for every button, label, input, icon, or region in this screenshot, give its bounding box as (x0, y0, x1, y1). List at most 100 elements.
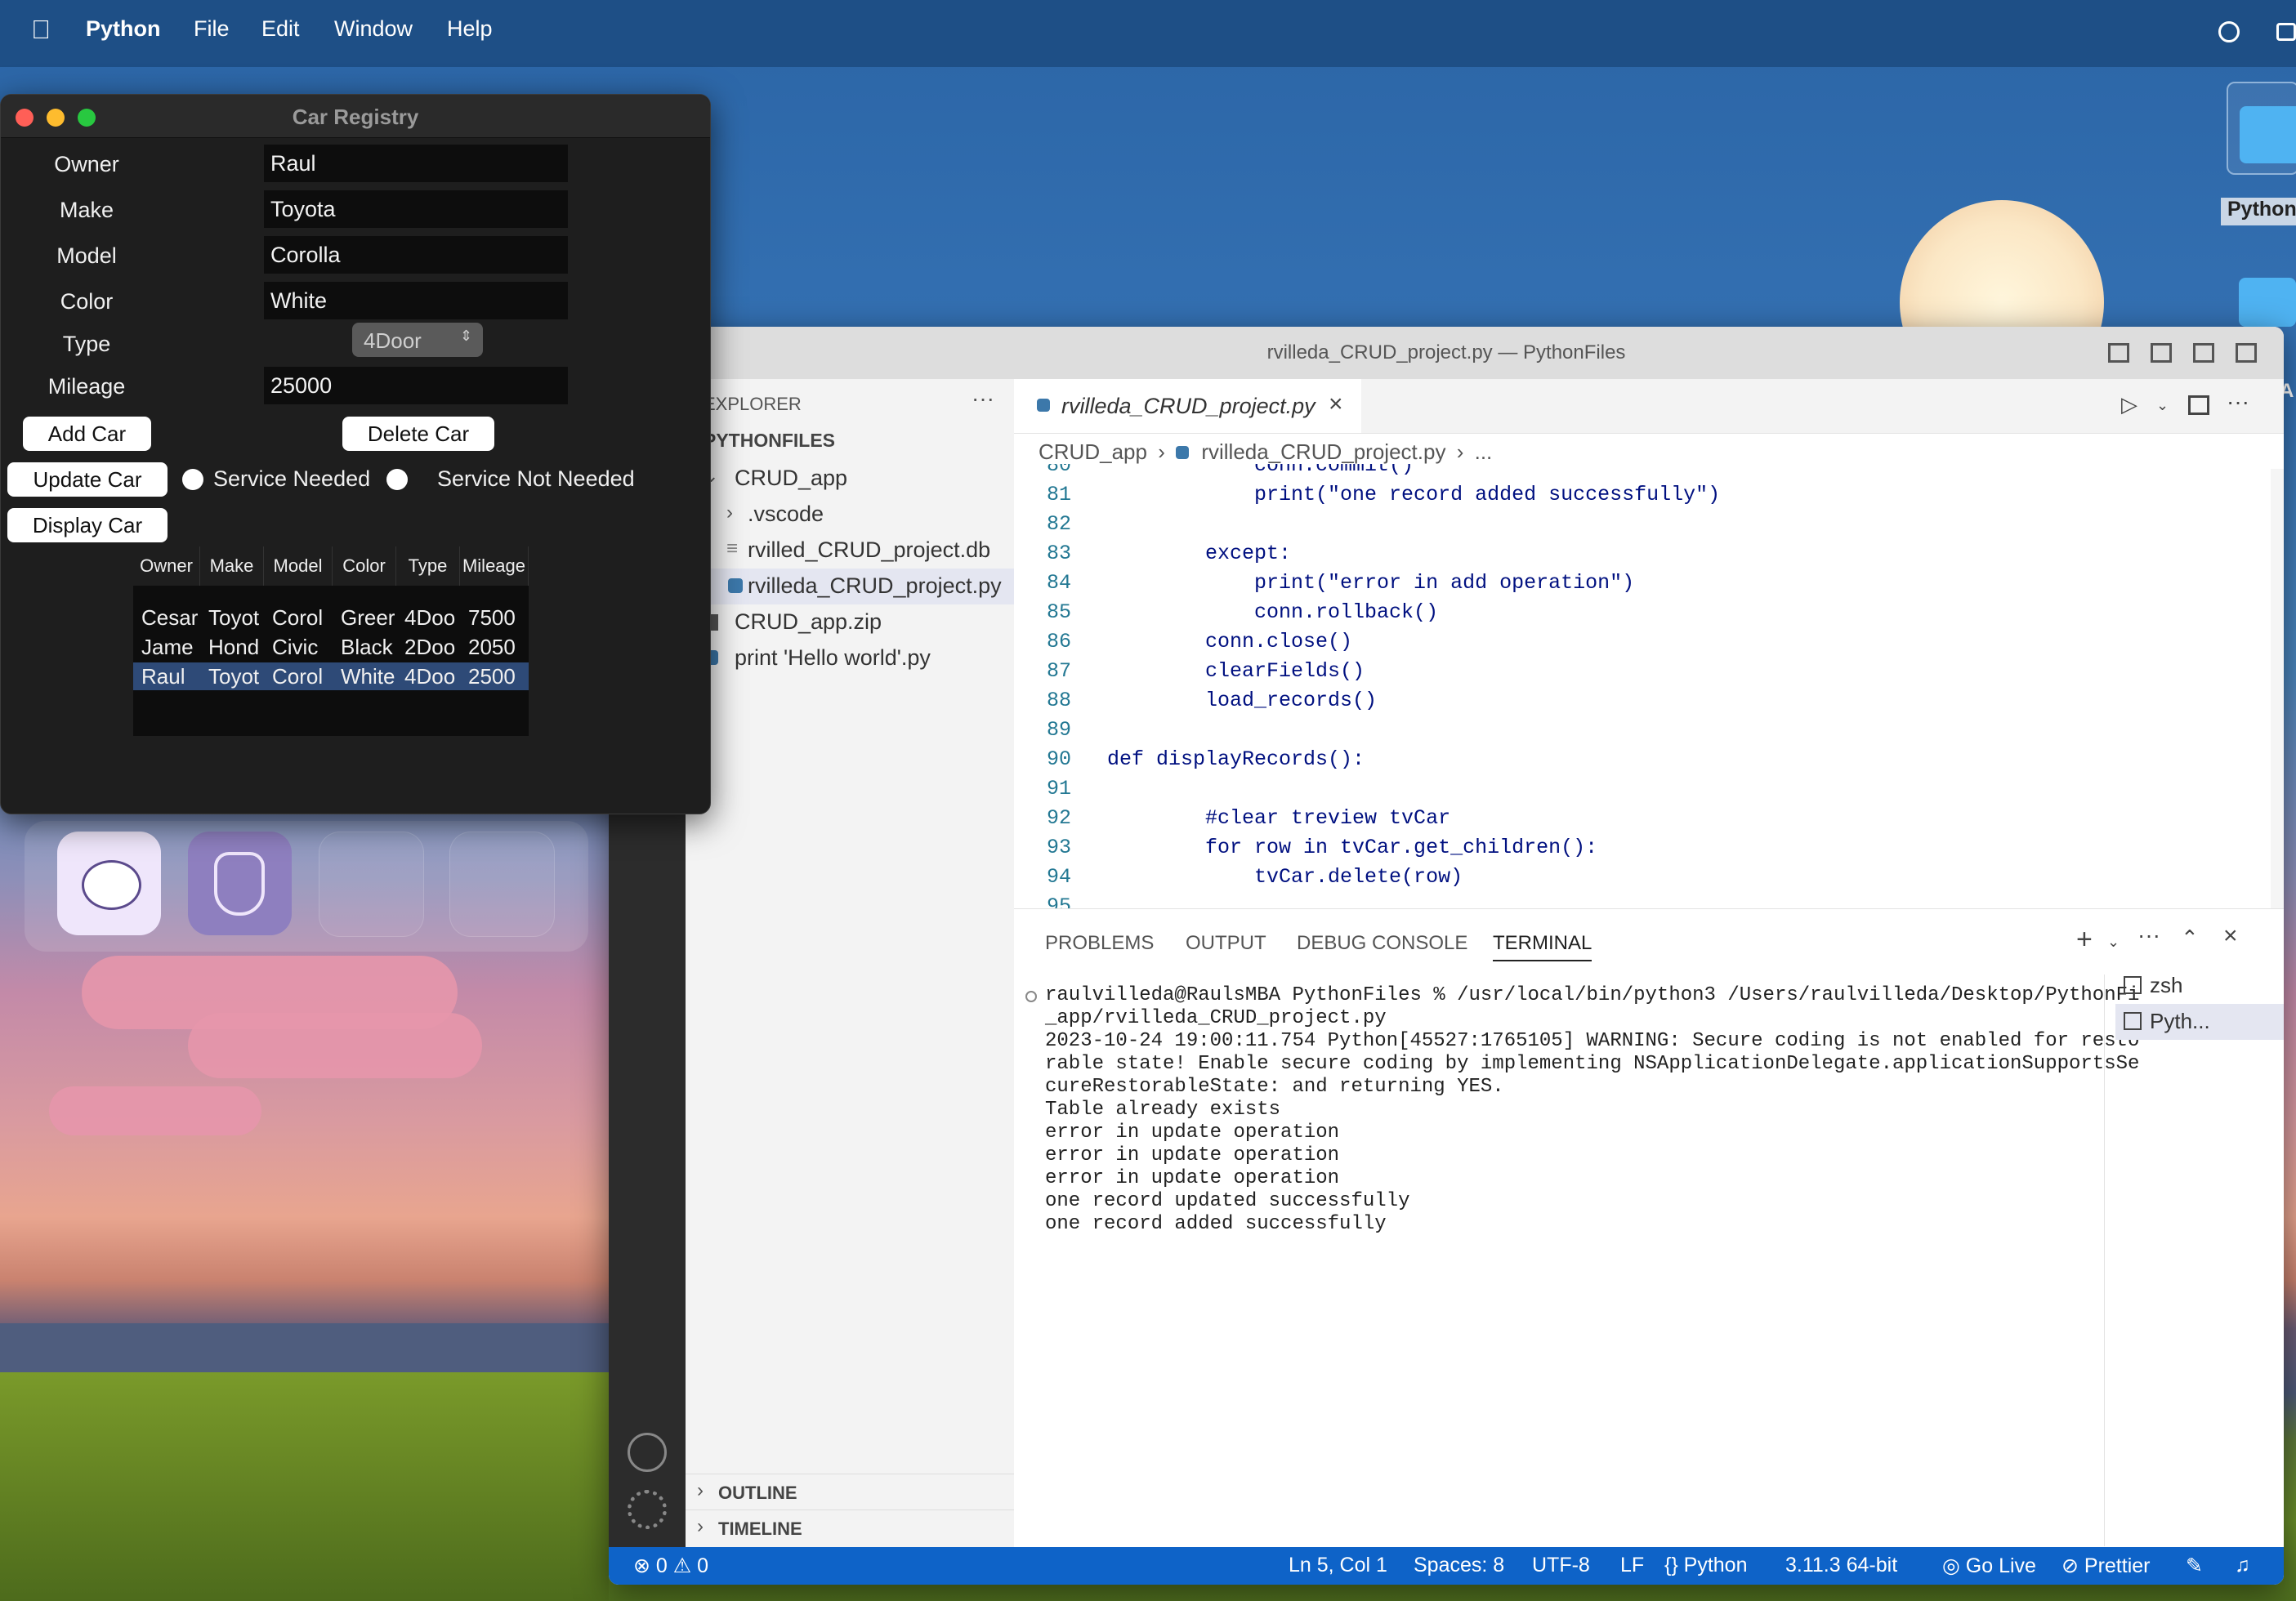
display-car-button[interactable]: Display Car (7, 508, 168, 542)
terminal-zsh[interactable]: zsh (2115, 970, 2284, 1002)
maximize-panel-icon[interactable]: ⌃ (2181, 925, 2199, 951)
notifications-bell-icon[interactable]: ♫ (2235, 1554, 2250, 1577)
code-line[interactable]: 92 #clear treview tvCar (1014, 804, 1720, 833)
column-header[interactable]: Color (333, 546, 396, 586)
more-actions-icon[interactable]: ··· (972, 386, 994, 412)
grammarly-icon[interactable] (2218, 21, 2240, 42)
code-line[interactable]: 84 print("error in add operation") (1014, 569, 1720, 598)
code-line[interactable]: 80 conn.commit() (1014, 464, 1720, 480)
folder-icon[interactable] (2239, 278, 2296, 327)
color-field[interactable]: White (264, 282, 568, 319)
table-row[interactable]: Jame Hond Civic Black 2Doo 2050 (133, 633, 529, 661)
close-panel-icon[interactable]: × (2223, 922, 2238, 950)
terminal-python[interactable]: Pyth... (2115, 1004, 2284, 1040)
add-car-button[interactable]: Add Car (23, 417, 151, 451)
records-table[interactable]: Owner Make Model Color Type Mileage Cesar Toyo… (133, 546, 529, 736)
column-header[interactable]: Make (200, 546, 264, 586)
type-select[interactable]: 4Door ⇕ (352, 323, 483, 357)
reddit-icon[interactable] (57, 832, 161, 935)
menu-app-name[interactable]: Python (86, 16, 161, 42)
menu-window[interactable]: Window (334, 16, 413, 42)
menu-help[interactable]: Help (447, 16, 493, 42)
column-header[interactable]: Model (264, 546, 333, 586)
code-line[interactable]: 91 (1014, 774, 1720, 804)
code-line[interactable]: 86 conn.close() (1014, 627, 1720, 657)
go-live[interactable]: ◎ Go Live (1942, 1554, 2036, 1578)
make-field[interactable]: Toyota (264, 190, 568, 228)
code-line[interactable]: 83 except: (1014, 539, 1720, 569)
tab-debug-console[interactable]: DEBUG CONSOLE (1297, 932, 1467, 955)
more-actions-icon[interactable]: ··· (2137, 922, 2160, 948)
column-header[interactable]: Owner (133, 546, 200, 586)
line-ending[interactable]: LF (1620, 1554, 1644, 1577)
customize-layout-icon[interactable] (2236, 343, 2257, 363)
terminal-output[interactable]: raulvilleda@RaulsMBA PythonFiles % /usr/… (1045, 984, 2139, 1236)
settings-gear-icon[interactable] (628, 1490, 667, 1529)
account-icon[interactable] (628, 1433, 667, 1472)
tab-output[interactable]: OUTPUT (1186, 932, 1266, 955)
tree-folder-vscode[interactable]: › .vscode (686, 497, 1014, 533)
code-line[interactable]: 93 for row in tvCar.get_children(): (1014, 833, 1720, 863)
menu-edit[interactable]: Edit (261, 16, 300, 42)
table-row[interactable]: Cesar Toyot Corol Greer 4Doo 7500 (133, 604, 529, 631)
tab-terminal[interactable]: TERMINAL (1493, 932, 1592, 961)
code-line[interactable]: 87 clearFields() (1014, 657, 1720, 686)
chevron-down-icon[interactable]: ⌄ (2107, 934, 2120, 951)
code-line[interactable]: 82 (1014, 510, 1720, 539)
update-car-button[interactable]: Update Car (7, 462, 168, 497)
code-line[interactable]: 89 (1014, 716, 1720, 745)
toggle-secondary-sidebar-icon[interactable] (2193, 343, 2214, 363)
feedback-icon[interactable]: ✎ (2186, 1554, 2203, 1578)
tree-file-db[interactable]: ≡ rvilled_CRUD_project.db (686, 533, 1014, 569)
more-actions-icon[interactable]: ··· (2227, 389, 2249, 415)
mileage-field[interactable]: 25000 (264, 367, 568, 404)
tree-file-zip[interactable]: CRUD_app.zip (686, 604, 1014, 640)
toggle-sidebar-icon[interactable] (2108, 343, 2129, 363)
split-editor-icon[interactable] (2188, 395, 2209, 415)
timeline-section[interactable]: › TIMELINE (686, 1510, 1014, 1546)
python-interpreter[interactable]: 3.11.3 64-bit (1785, 1554, 1897, 1577)
code-editor[interactable]: 80 conn.commit() 81 print("one record add… (1014, 464, 2284, 913)
prettier[interactable]: ⊘ Prettier (2061, 1554, 2151, 1578)
run-icon[interactable]: ▷ (2121, 392, 2137, 417)
language-mode[interactable]: {} Python (1664, 1554, 1748, 1577)
tree-file-py-selected[interactable]: rvilleda_CRUD_project.py (686, 569, 1014, 604)
table-cell: 7500 (468, 605, 516, 630)
menu-file[interactable]: File (194, 16, 230, 42)
cursor-position[interactable]: Ln 5, Col 1 (1289, 1554, 1387, 1577)
problems-status[interactable]: ⊗ 0 ⚠ 0 (633, 1554, 708, 1578)
delete-car-button[interactable]: Delete Car (342, 417, 494, 451)
new-terminal-icon[interactable]: + (2076, 924, 2093, 956)
tree-file-hello[interactable]: print 'Hello world'.py (686, 640, 1014, 676)
outline-section[interactable]: › OUTLINE (686, 1474, 1014, 1510)
code-line[interactable]: 90 def displayRecords(): (1014, 745, 1720, 774)
model-field[interactable]: Corolla (264, 236, 568, 274)
workspace-heading[interactable]: PYTHONFILES (704, 430, 835, 452)
toggle-panel-icon[interactable] (2151, 343, 2172, 363)
brave-icon[interactable] (188, 832, 292, 935)
service-needed-radio[interactable] (182, 469, 203, 490)
code-line[interactable]: 94 tvCar.delete(row) (1014, 863, 1720, 892)
column-header[interactable]: Type (396, 546, 460, 586)
close-icon[interactable]: × (1329, 390, 1343, 418)
owner-field[interactable]: Raul (264, 145, 568, 182)
breadcrumb-symbol[interactable]: ... (1475, 439, 1493, 464)
apple-icon[interactable]:  (31, 15, 51, 45)
tab-problems[interactable]: PROBLEMS (1045, 932, 1154, 955)
scrollbar[interactable] (2271, 469, 2284, 918)
folder-icon[interactable] (2227, 82, 2296, 175)
encoding[interactable]: UTF-8 (1532, 1554, 1590, 1577)
tree-folder-crud-app[interactable]: ⌄ CRUD_app (686, 461, 1014, 497)
service-not-needed-radio[interactable] (386, 469, 408, 490)
table-row-selected[interactable]: Raul Toyot Corol White 4Doo 2500 (133, 662, 529, 690)
breadcrumb-folder[interactable]: CRUD_app (1039, 439, 1147, 464)
code-line[interactable]: 85 conn.rollback() (1014, 598, 1720, 627)
editor-tab[interactable]: rvilleda_CRUD_project.py × (1014, 379, 1361, 433)
indentation[interactable]: Spaces: 8 (1414, 1554, 1504, 1577)
column-header[interactable]: Mileage (460, 546, 529, 586)
display-icon[interactable] (2276, 23, 2296, 41)
chevron-down-icon[interactable]: ⌄ (2156, 397, 2169, 414)
breadcrumb-file[interactable]: rvilleda_CRUD_project.py (1201, 439, 1445, 464)
code-line[interactable]: 88 load_records() (1014, 686, 1720, 716)
code-line[interactable]: 81 print("one record added successfully"… (1014, 480, 1720, 510)
